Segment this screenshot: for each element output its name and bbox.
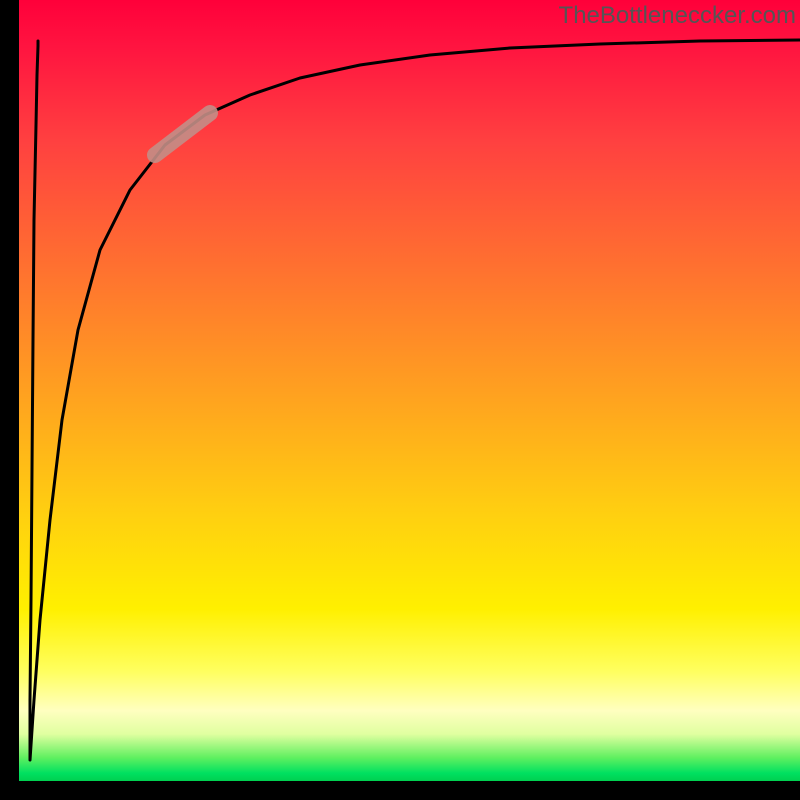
x-axis xyxy=(0,781,800,800)
y-axis xyxy=(0,0,19,800)
watermark: TheBottleneccker.com xyxy=(559,2,796,30)
bottleneck-chart: TheBottleneccker.com xyxy=(0,0,800,800)
plot-gradient-area xyxy=(19,0,800,781)
